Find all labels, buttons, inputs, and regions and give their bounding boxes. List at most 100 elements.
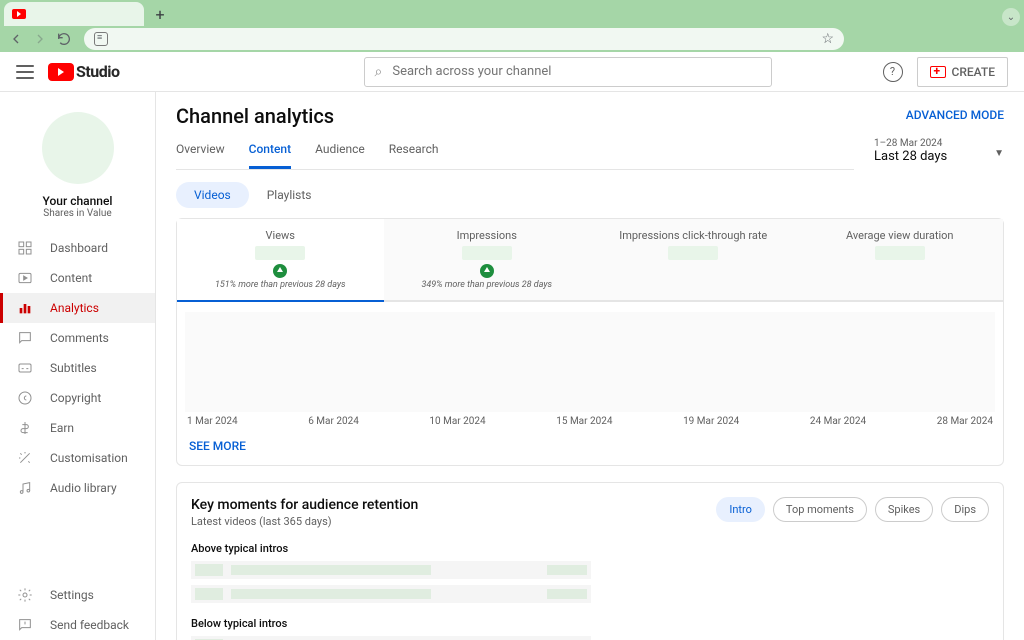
retention-card: Key moments for audience retention Lates… — [176, 482, 1004, 640]
x-tick: 28 Mar 2024 — [937, 416, 993, 427]
sidebar-item-settings[interactable]: Settings — [0, 580, 155, 610]
see-more-link[interactable]: SEE MORE — [189, 439, 1003, 453]
chip-dips[interactable]: Dips — [941, 497, 989, 522]
metric-subtext: 151% more than previous 28 days — [185, 280, 376, 290]
sidebar-item-subtitles[interactable]: Subtitles — [0, 353, 155, 383]
metric-impressions[interactable]: Impressions 349% more than previous 28 d… — [384, 219, 591, 300]
x-tick: 6 Mar 2024 — [308, 416, 359, 427]
metric-value-placeholder — [462, 246, 512, 260]
gear-icon — [16, 586, 34, 604]
date-label: Last 28 days — [874, 149, 1004, 164]
x-tick: 19 Mar 2024 — [683, 416, 739, 427]
browser-tab[interactable] — [4, 2, 144, 26]
tab-overview[interactable]: Overview — [176, 142, 225, 169]
channel-subtitle: Shares in Value — [0, 208, 155, 219]
metric-avg-duration[interactable]: Average view duration — [797, 219, 1004, 300]
chip-top-moments[interactable]: Top moments — [773, 497, 867, 522]
sidebar-item-label: Audio library — [50, 481, 117, 495]
below-typical-label: Below typical intros — [191, 617, 989, 630]
list-item[interactable] — [191, 636, 591, 640]
bookmark-star-icon[interactable]: ☆ — [821, 31, 834, 47]
analytics-icon — [16, 299, 34, 317]
metric-title: Views — [185, 229, 376, 242]
create-button[interactable]: CREATE — [917, 57, 1008, 87]
chart-area — [185, 312, 995, 412]
reload-button[interactable] — [56, 31, 72, 47]
sidebar-item-label: Settings — [50, 588, 94, 602]
metric-value-placeholder — [668, 246, 718, 260]
tab-content[interactable]: Content — [249, 142, 291, 169]
content-icon — [16, 269, 34, 287]
search-icon: ⌕ — [375, 64, 383, 80]
sidebar-item-audio-library[interactable]: Audio library — [0, 473, 155, 503]
chip-intro[interactable]: Intro — [716, 497, 765, 522]
subtitles-icon — [16, 359, 34, 377]
trend-up-icon — [480, 264, 494, 278]
subtab-playlists[interactable]: Playlists — [249, 182, 330, 208]
sidebar-item-comments[interactable]: Comments — [0, 323, 155, 353]
dashboard-icon — [16, 239, 34, 257]
metric-value-placeholder — [875, 246, 925, 260]
retention-subtitle: Latest videos (last 365 days) — [191, 515, 418, 528]
search-field[interactable]: ⌕ — [364, 57, 772, 87]
date-range-picker[interactable]: 1–28 Mar 2024 Last 28 days ▼ — [874, 138, 1004, 170]
sidebar-item-content[interactable]: Content — [0, 263, 155, 293]
back-button[interactable] — [8, 31, 24, 47]
x-tick: 1 Mar 2024 — [187, 416, 238, 427]
studio-logo[interactable]: Studio — [48, 62, 120, 81]
magic-wand-icon — [16, 449, 34, 467]
sidebar-item-copyright[interactable]: Copyright — [0, 383, 155, 413]
sidebar-item-label: Send feedback — [50, 618, 129, 632]
browser-chrome: + ⌄ ≡ ☆ — [0, 0, 1024, 52]
sidebar-item-dashboard[interactable]: Dashboard — [0, 233, 155, 263]
metric-ctr[interactable]: Impressions click-through rate — [590, 219, 797, 300]
site-info-icon[interactable]: ≡ — [94, 32, 108, 46]
metric-views[interactable]: Views 151% more than previous 28 days — [177, 219, 384, 300]
sidebar-item-label: Earn — [50, 421, 74, 435]
app-header: Studio ⌕ ? CREATE — [0, 52, 1024, 92]
chrome-menu-button[interactable]: ⌄ — [1002, 8, 1020, 26]
create-label: CREATE — [952, 65, 995, 79]
sidebar-item-label: Copyright — [50, 391, 101, 405]
list-item[interactable] — [191, 585, 591, 603]
address-bar[interactable]: ≡ ☆ — [84, 28, 844, 50]
tab-research[interactable]: Research — [389, 142, 439, 169]
search-input[interactable] — [392, 64, 760, 79]
channel-name: Your channel — [0, 194, 155, 208]
help-button[interactable]: ? — [883, 62, 903, 82]
subtab-videos[interactable]: Videos — [176, 182, 249, 208]
create-icon — [930, 66, 946, 78]
favicon-youtube-icon — [12, 9, 26, 19]
chart-x-axis: 1 Mar 2024 6 Mar 2024 10 Mar 2024 15 Mar… — [177, 416, 1003, 427]
chip-spikes[interactable]: Spikes — [875, 497, 933, 522]
metric-title: Average view duration — [805, 229, 996, 242]
sidebar-item-label: Content — [50, 271, 92, 285]
trend-up-icon — [273, 264, 287, 278]
date-range-text: 1–28 Mar 2024 — [874, 138, 1004, 149]
x-tick: 24 Mar 2024 — [810, 416, 866, 427]
logo-text: Studio — [76, 62, 120, 81]
tab-audience[interactable]: Audience — [315, 142, 365, 169]
list-item[interactable] — [191, 561, 591, 579]
sidebar-item-label: Analytics — [50, 301, 99, 315]
menu-button[interactable] — [16, 65, 34, 79]
sidebar-item-label: Subtitles — [50, 361, 97, 375]
audio-icon — [16, 479, 34, 497]
metric-title: Impressions — [392, 229, 583, 242]
metric-title: Impressions click-through rate — [598, 229, 789, 242]
new-tab-button[interactable]: + — [150, 4, 170, 24]
channel-avatar[interactable] — [42, 112, 114, 184]
chevron-down-icon: ▼ — [994, 148, 1004, 159]
advanced-mode-link[interactable]: ADVANCED MODE — [906, 108, 1004, 122]
forward-button[interactable] — [32, 31, 48, 47]
sidebar-item-earn[interactable]: Earn — [0, 413, 155, 443]
page-title: Channel analytics — [176, 104, 1004, 128]
sidebar-item-customisation[interactable]: Customisation — [0, 443, 155, 473]
above-typical-label: Above typical intros — [191, 542, 989, 555]
sidebar-item-label: Comments — [50, 331, 109, 345]
sidebar-item-label: Customisation — [50, 451, 128, 465]
sidebar-item-feedback[interactable]: Send feedback — [0, 610, 155, 640]
metric-subtext: 349% more than previous 28 days — [392, 280, 583, 290]
retention-title: Key moments for audience retention — [191, 497, 418, 513]
sidebar-item-analytics[interactable]: Analytics — [0, 293, 155, 323]
